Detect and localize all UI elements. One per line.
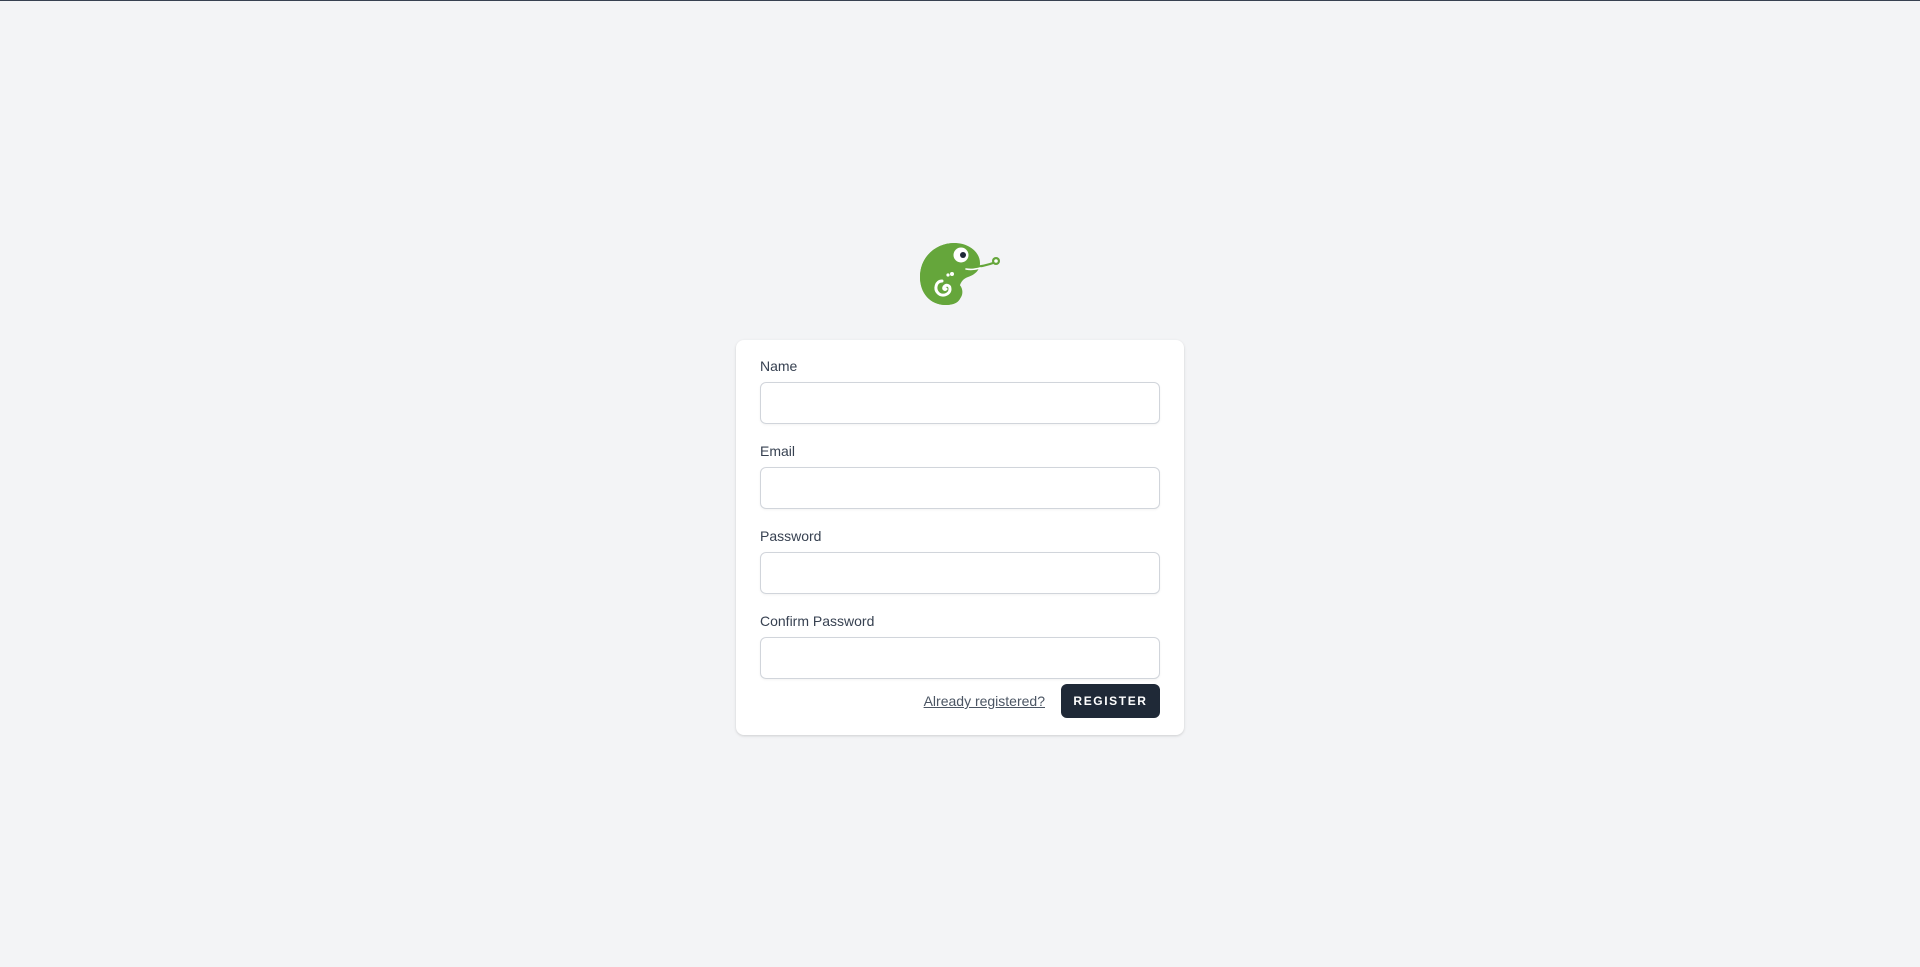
- register-card: Name Email Password Confirm Password Alr…: [736, 340, 1184, 735]
- name-label: Name: [760, 358, 798, 374]
- name-input[interactable]: [760, 382, 1160, 424]
- password-input[interactable]: [760, 552, 1160, 594]
- already-registered-link[interactable]: Already registered?: [924, 693, 1045, 709]
- app-logo[interactable]: [918, 241, 1002, 309]
- chameleon-logo-icon: [920, 243, 1000, 305]
- name-field-group: Name: [760, 356, 1160, 424]
- password-label: Password: [760, 528, 822, 544]
- password-field-group: Password: [760, 526, 1160, 594]
- confirm-password-field-group: Confirm Password: [760, 611, 1160, 679]
- email-input[interactable]: [760, 467, 1160, 509]
- confirm-password-label: Confirm Password: [760, 613, 875, 629]
- form-actions: Already registered? REGISTER: [924, 684, 1160, 718]
- email-label: Email: [760, 443, 796, 459]
- register-button[interactable]: REGISTER: [1061, 684, 1160, 718]
- email-field-group: Email: [760, 441, 1160, 509]
- confirm-password-input[interactable]: [760, 637, 1160, 679]
